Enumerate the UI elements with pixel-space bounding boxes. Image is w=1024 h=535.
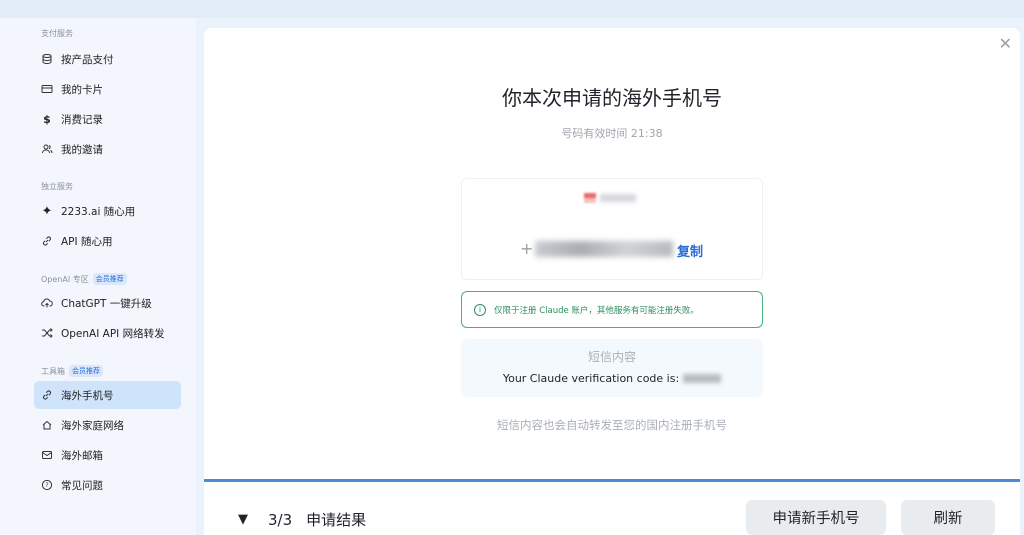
forward-hint: 短信内容也会自动转发至您的国内注册手机号 — [497, 418, 727, 432]
sidebar-item-2233ai[interactable]: ✦ 2233.ai 随心用 — [34, 197, 181, 225]
verification-code-redacted — [683, 374, 722, 383]
coins-icon — [41, 53, 53, 65]
step-title: 申请结果 — [306, 511, 367, 529]
link-icon — [41, 389, 53, 401]
users-icon — [41, 143, 53, 155]
sidebar-item-openai-api-forward[interactable]: OpenAI API 网络转发 — [34, 319, 181, 347]
phone-prefix: + — [520, 239, 534, 258]
close-icon[interactable]: ✕ — [999, 34, 1012, 53]
sidebar-item-label: 海外手机号 — [61, 389, 114, 402]
sms-label: 短信内容 — [587, 350, 636, 364]
step-number: 3/3 — [268, 510, 293, 529]
copy-button[interactable]: 复制 — [677, 241, 703, 260]
sidebar-item-my-invites[interactable]: 我的邀请 — [34, 135, 181, 163]
sidebar-item-overseas-home-network[interactable]: 海外家庭网络 — [34, 411, 181, 439]
sidebar-item-label: 我的卡片 — [61, 83, 103, 96]
sidebar-item-label: 2233.ai 随心用 — [61, 205, 136, 218]
sidebar-item-label: 海外家庭网络 — [61, 419, 124, 432]
divider — [204, 479, 1020, 482]
section-title-payment: 支付服务 — [41, 29, 73, 38]
phone-digits-redacted — [535, 240, 674, 257]
sidebar-item-label: ChatGPT 一键升级 — [61, 297, 152, 310]
sidebar-item-label: OpenAI API 网络转发 — [61, 327, 165, 340]
result-panel: ✕ 你本次申请的海外手机号 号码有效时间 21:38 + 复制 i 仅限于注册 … — [204, 28, 1020, 535]
shuffle-icon — [41, 327, 53, 339]
section-title-standalone: 独立服务 — [41, 182, 73, 191]
info-icon: i — [474, 303, 486, 316]
top-bar — [0, 0, 1024, 18]
step-indicator[interactable]: ▼ 3/3 申请结果 — [238, 509, 366, 530]
sidebar-item-label: 常见问题 — [61, 479, 103, 492]
sidebar-item-my-cards[interactable]: 我的卡片 — [34, 75, 181, 103]
sidebar-item-overseas-email[interactable]: 海外邮箱 — [34, 441, 181, 469]
card-icon — [41, 83, 53, 95]
validity-timer: 号码有效时间 21:38 — [561, 127, 663, 140]
usage-notice: i 仅限于注册 Claude 账户，其他服务有可能注册失败。 — [461, 291, 763, 328]
phone-number-card: + 复制 — [461, 178, 763, 280]
section-title-toolbox: 工具箱 会员推荐 — [41, 365, 103, 377]
sms-box: 短信内容 Your Claude verification code is: — [461, 339, 763, 397]
country-name-redacted — [600, 194, 636, 202]
home-network-icon — [41, 419, 53, 431]
dollar-icon: $ — [43, 112, 51, 126]
sidebar-item-faq[interactable]: ? 常见问题 — [34, 471, 181, 499]
sidebar-item-label: 我的邀请 — [61, 143, 103, 156]
page-title: 你本次申请的海外手机号 — [502, 86, 722, 110]
phone-number: + — [520, 239, 674, 258]
sparkle-icon: ✦ — [41, 203, 53, 219]
cloud-upload-icon — [41, 297, 53, 309]
country-flag-icon — [584, 193, 596, 203]
member-badge: 会员推荐 — [92, 273, 127, 285]
notice-text: 仅限于注册 Claude 账户，其他服务有可能注册失败。 — [494, 305, 699, 316]
sidebar-item-label: 海外邮箱 — [61, 449, 103, 462]
sidebar-item-label: API 随心用 — [61, 235, 113, 248]
svg-text:?: ? — [45, 481, 48, 489]
sidebar-item-label: 按产品支付 — [61, 53, 114, 66]
help-icon: ? — [41, 479, 53, 491]
mail-icon — [41, 449, 53, 461]
sidebar: 支付服务 按产品支付 我的卡片 $ 消费记录 我的邀请 独立服务 ✦ 2233.… — [0, 18, 196, 535]
sidebar-item-pay-by-product[interactable]: 按产品支付 — [34, 45, 181, 73]
member-badge: 会员推荐 — [69, 365, 103, 377]
section-title-openai: OpenAI 专区 会员推荐 — [41, 273, 127, 285]
sidebar-item-spending-records[interactable]: $ 消费记录 — [34, 105, 181, 133]
apply-new-number-button[interactable]: 申请新手机号 — [746, 500, 886, 535]
sms-content: Your Claude verification code is: — [461, 372, 763, 385]
link-icon — [41, 235, 53, 247]
sidebar-item-chatgpt-upgrade[interactable]: ChatGPT 一键升级 — [34, 289, 181, 317]
refresh-button[interactable]: 刷新 — [901, 500, 995, 535]
sms-text: Your Claude verification code is: — [502, 372, 680, 385]
sidebar-item-label: 消费记录 — [61, 113, 103, 126]
sidebar-item-overseas-phone[interactable]: 海外手机号 — [34, 381, 181, 409]
collapse-triangle-icon[interactable]: ▼ — [238, 512, 248, 527]
sidebar-item-api[interactable]: API 随心用 — [34, 227, 181, 255]
